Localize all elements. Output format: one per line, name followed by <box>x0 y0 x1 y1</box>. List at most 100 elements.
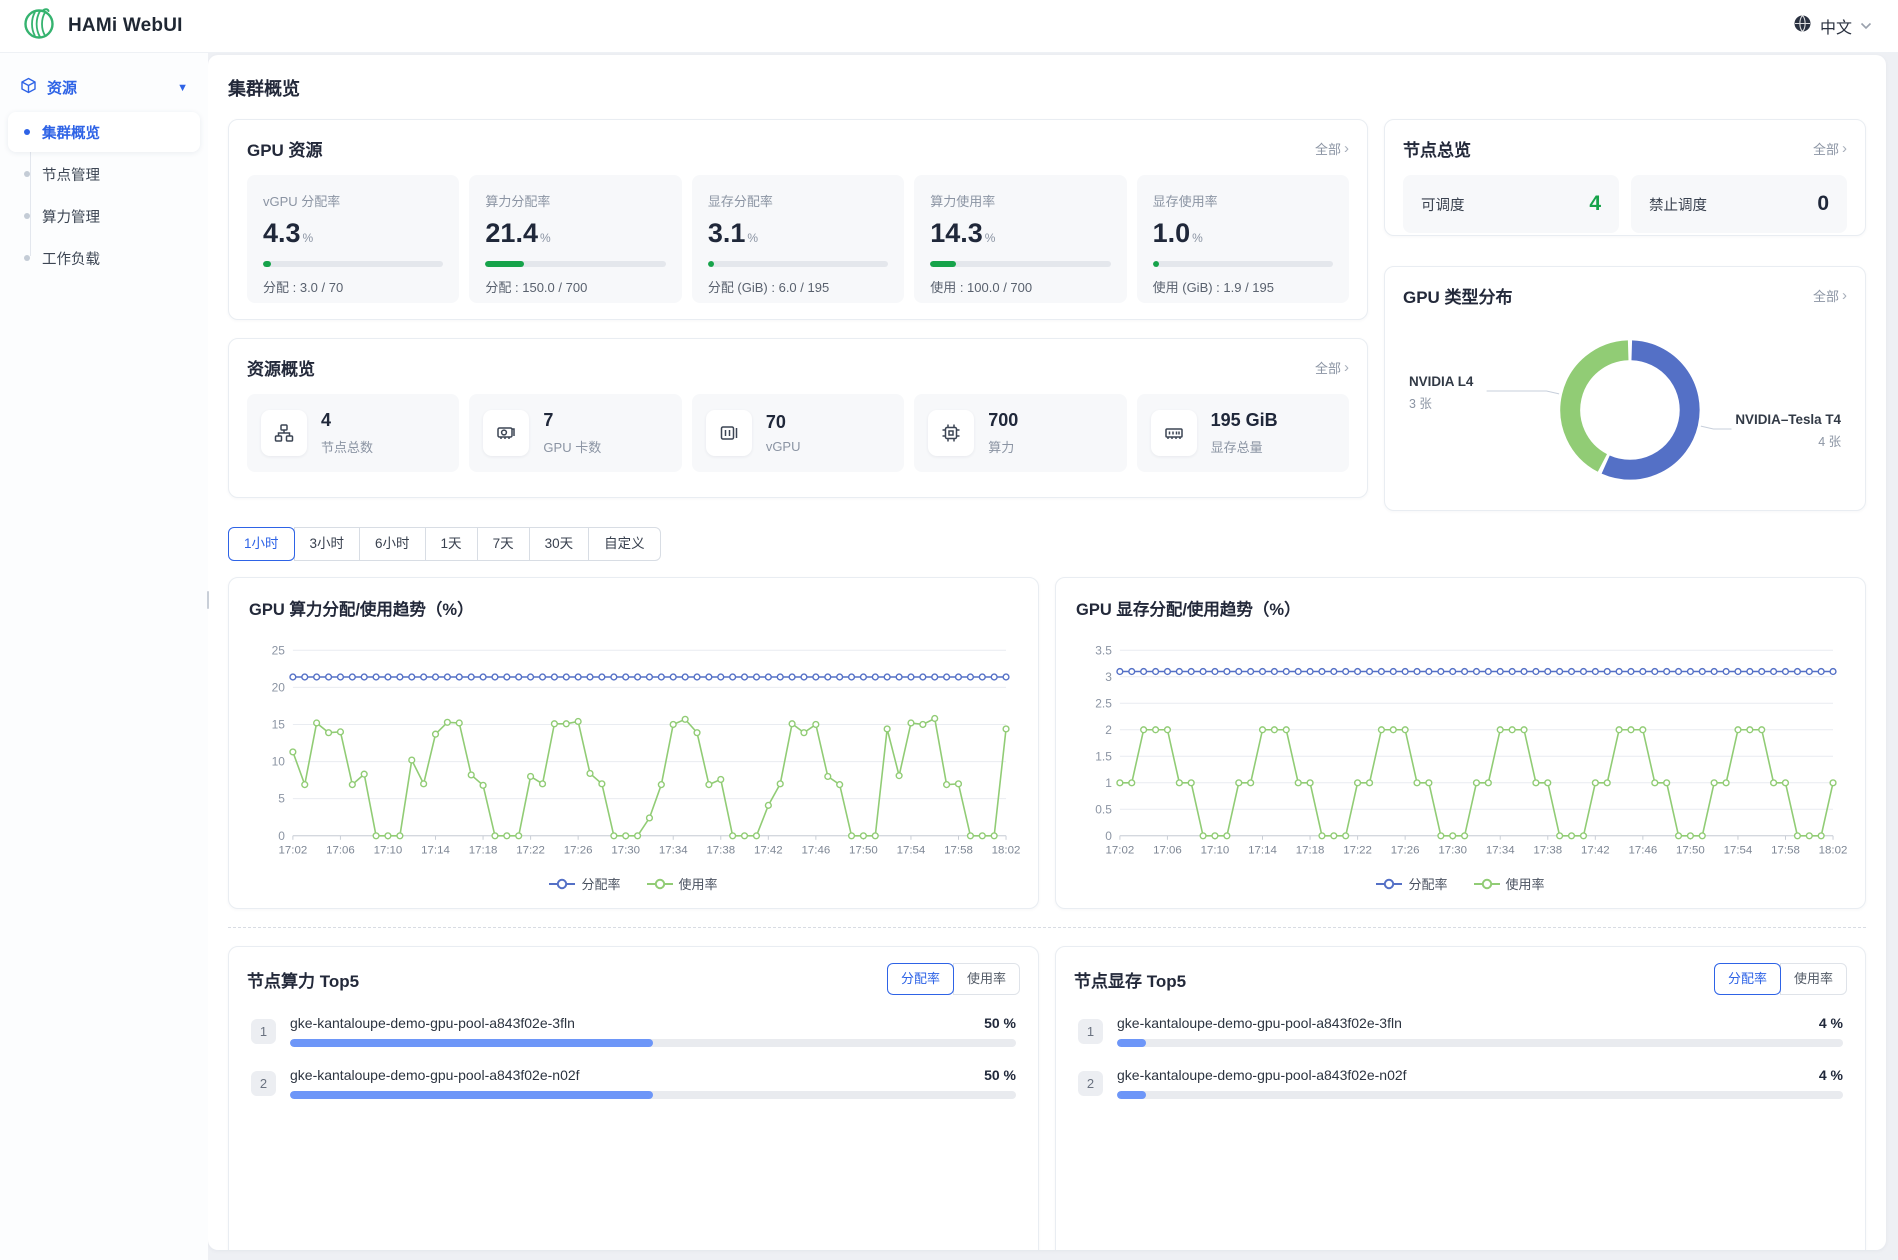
progress-fill <box>930 261 956 267</box>
gpu-resources-all-link[interactable]: 全部 › <box>1315 139 1349 158</box>
tab-custom[interactable]: 自定义 <box>588 527 661 561</box>
node-memory-top5-card: 节点显存 Top5 分配率 使用率 1 gke-kantaloupe-demo-… <box>1055 946 1866 1250</box>
timeline-dot <box>24 213 30 219</box>
tile-label: vGPU <box>766 439 801 454</box>
tab-1h[interactable]: 1小时 <box>228 527 295 561</box>
main-area: 集群概览 GPU 资源 全部 › <box>208 53 1898 1260</box>
table-row[interactable]: 2 gke-kantaloupe-demo-gpu-pool-a843f02e-… <box>1078 1067 1843 1099</box>
table-row[interactable]: 2 gke-kantaloupe-demo-gpu-pool-a843f02e-… <box>251 1067 1016 1099</box>
chevron-right-icon: › <box>1344 141 1349 156</box>
sidebar-group-label: 资源 <box>47 77 77 98</box>
memory-trend-chart[interactable]: 00.511.522.533.517:0217:0617:1017:1417:1… <box>1074 638 1847 870</box>
svg-text:5: 5 <box>278 792 285 806</box>
svg-text:17:18: 17:18 <box>469 845 498 857</box>
svg-text:17:10: 17:10 <box>1201 845 1230 857</box>
metric-label: 显存使用率 <box>1153 191 1333 210</box>
chevron-down-icon <box>1860 17 1872 35</box>
metric-label: 算力使用率 <box>930 191 1110 210</box>
legend-usage[interactable]: 使用率 <box>647 874 718 893</box>
svg-text:17:06: 17:06 <box>326 845 355 857</box>
sidebar-item-node-management[interactable]: 节点管理 <box>8 154 200 194</box>
progress-fill <box>708 261 714 267</box>
memory-top5-toggle: 分配率 使用率 <box>1714 963 1847 995</box>
svg-text:17:02: 17:02 <box>1106 845 1135 857</box>
chevron-right-icon: › <box>1842 141 1847 156</box>
sidebar-collapse-handle[interactable] <box>207 591 209 609</box>
svg-text:17:18: 17:18 <box>1296 845 1325 857</box>
gpu-type-donut-chart[interactable]: NVIDIA–Tesla T44 张NVIDIA L43 张 <box>1403 322 1847 500</box>
compute-chip-icon <box>928 410 974 456</box>
progress-fill <box>1153 261 1159 267</box>
card-title: 节点总览 <box>1403 136 1471 161</box>
progress-track <box>290 1091 1016 1099</box>
time-range-tabs: 1小时 3小时 6小时 1天 7天 30天 自定义 <box>228 527 661 561</box>
timeline-dot <box>24 171 30 177</box>
sidebar-item-workloads[interactable]: 工作负载 <box>8 238 200 278</box>
hami-logo-icon <box>22 7 56 46</box>
svg-text:18:02: 18:02 <box>992 845 1020 857</box>
progress-fill <box>1117 1039 1146 1047</box>
card-title: 节点算力 Top5 <box>247 967 359 992</box>
gpu-card-icon <box>483 410 529 456</box>
progress-fill <box>1117 1091 1146 1099</box>
metric-memory-usage: 显存使用率 1.0% 使用 (GiB) : 1.9 / 195 <box>1137 175 1349 303</box>
node-name: gke-kantaloupe-demo-gpu-pool-a843f02e-3f… <box>290 1015 575 1031</box>
svg-text:17:14: 17:14 <box>421 845 450 857</box>
toggle-alloc-rate[interactable]: 分配率 <box>887 963 954 995</box>
tile-label: 显存总量 <box>1211 437 1278 456</box>
svg-text:NVIDIA L4: NVIDIA L4 <box>1409 374 1474 389</box>
tile-value: 700 <box>988 410 1018 431</box>
svg-text:17:10: 17:10 <box>374 845 403 857</box>
sidebar-group-resources[interactable]: 资源 ▼ <box>8 67 200 108</box>
tile-label: 节点总数 <box>321 437 373 456</box>
legend-alloc[interactable]: 分配率 <box>549 874 620 893</box>
metric-compute-usage: 算力使用率 14.3% 使用 : 100.0 / 700 <box>914 175 1126 303</box>
node-overview-all-link[interactable]: 全部 › <box>1813 139 1847 158</box>
node-percent: 4 % <box>1819 1015 1843 1031</box>
language-selector[interactable]: 中文 <box>1793 14 1872 38</box>
tab-1d[interactable]: 1天 <box>425 527 478 561</box>
tab-3h[interactable]: 3小时 <box>294 527 361 561</box>
gpu-type-all-link[interactable]: 全部 › <box>1813 286 1847 305</box>
compute-top5-toggle: 分配率 使用率 <box>887 963 1020 995</box>
tile-label: GPU 卡数 <box>543 437 601 456</box>
toggle-usage-rate[interactable]: 使用率 <box>1780 963 1847 995</box>
stat-label: 禁止调度 <box>1649 194 1707 215</box>
stat-value: 4 <box>1589 192 1601 216</box>
tab-7d[interactable]: 7天 <box>477 527 530 561</box>
metric-label: 显存分配率 <box>708 191 888 210</box>
tab-30d[interactable]: 30天 <box>529 527 590 561</box>
svg-text:0: 0 <box>278 829 285 843</box>
node-name: gke-kantaloupe-demo-gpu-pool-a843f02e-n0… <box>1117 1067 1407 1083</box>
card-title: 节点显存 Top5 <box>1074 967 1186 992</box>
resource-overview-all-link[interactable]: 全部 › <box>1315 358 1349 377</box>
language-label: 中文 <box>1820 14 1852 38</box>
metric-detail: 分配 (GiB) : 6.0 / 195 <box>708 277 888 296</box>
progress-track <box>930 261 1110 267</box>
sidebar-item-cluster-overview[interactable]: 集群概览 <box>8 112 200 152</box>
caret-down-icon: ▼ <box>177 82 188 94</box>
stat-schedulable: 可调度 4 <box>1403 175 1619 233</box>
tab-6h[interactable]: 6小时 <box>359 527 426 561</box>
legend-alloc[interactable]: 分配率 <box>1376 874 1447 893</box>
rank-badge: 2 <box>1078 1071 1103 1096</box>
all-link-label: 全部 <box>1813 286 1839 305</box>
compute-trend-chart[interactable]: 051015202517:0217:0617:1017:1417:1817:22… <box>247 638 1020 870</box>
sidebar-item-compute-management[interactable]: 算力管理 <box>8 196 200 236</box>
legend-usage[interactable]: 使用率 <box>1474 874 1545 893</box>
metric-memory-alloc: 显存分配率 3.1% 分配 (GiB) : 6.0 / 195 <box>692 175 904 303</box>
toggle-alloc-rate[interactable]: 分配率 <box>1714 963 1781 995</box>
progress-fill <box>485 261 524 267</box>
table-row[interactable]: 1 gke-kantaloupe-demo-gpu-pool-a843f02e-… <box>1078 1015 1843 1047</box>
progress-track <box>1117 1039 1843 1047</box>
svg-text:17:42: 17:42 <box>1581 845 1610 857</box>
progress-track <box>263 261 443 267</box>
toggle-usage-rate[interactable]: 使用率 <box>953 963 1020 995</box>
sidebar-item-label: 算力管理 <box>42 206 100 227</box>
svg-text:17:38: 17:38 <box>1533 845 1562 857</box>
svg-text:25: 25 <box>272 643 286 657</box>
metric-compute-alloc: 算力分配率 21.4% 分配 : 150.0 / 700 <box>469 175 681 303</box>
svg-text:17:26: 17:26 <box>564 845 593 857</box>
table-row[interactable]: 1 gke-kantaloupe-demo-gpu-pool-a843f02e-… <box>251 1015 1016 1047</box>
page-title: 集群概览 <box>228 75 1866 101</box>
